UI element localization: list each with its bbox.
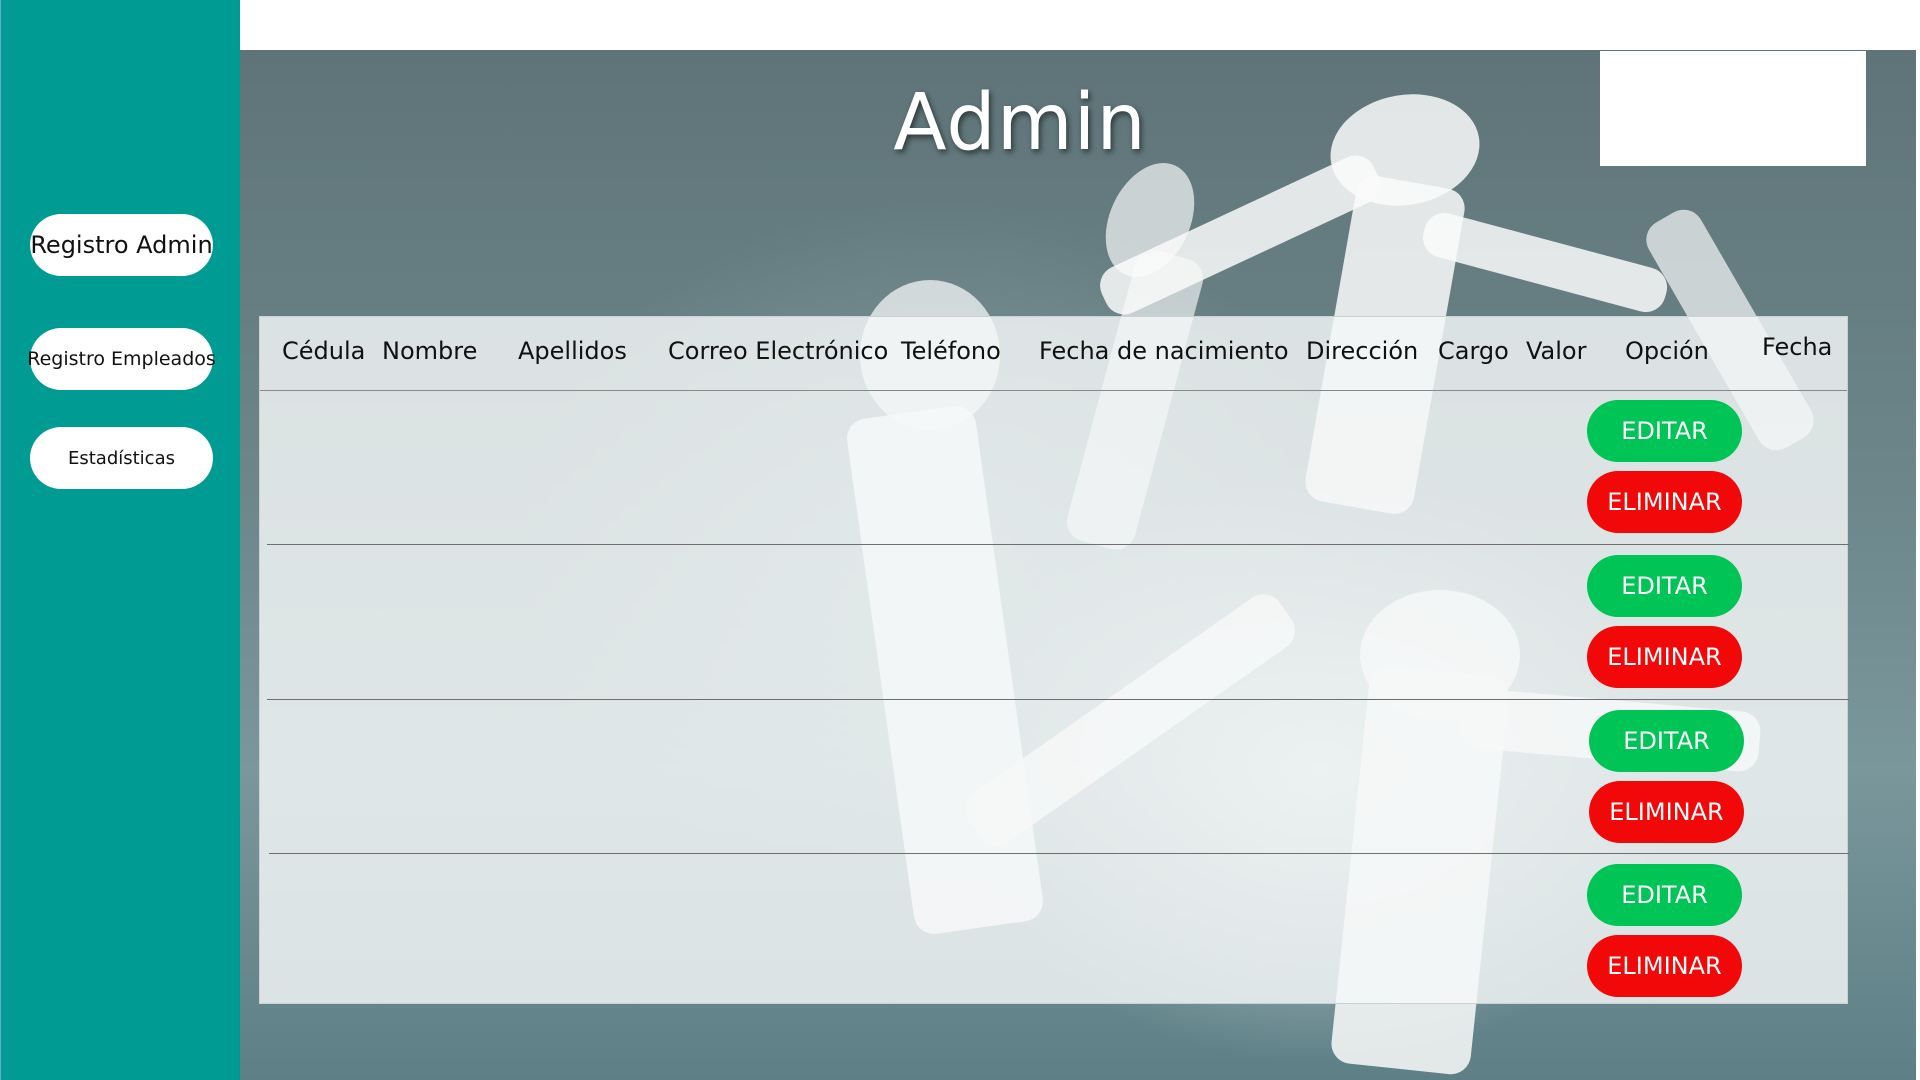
column-header-cargo: Cargo — [1438, 337, 1509, 365]
admin-table: Cédula Nombre Apellidos Correo Electróni… — [259, 316, 1849, 1004]
column-header-direccion: Dirección — [1306, 337, 1419, 365]
column-header-fecha: Fecha — [1762, 333, 1833, 361]
table-header: Cédula Nombre Apellidos Correo Electróni… — [260, 317, 1847, 391]
column-header-correo: Correo Electrónico — [668, 337, 889, 365]
column-header-cedula: Cédula — [282, 337, 366, 365]
registro-empleados-button[interactable]: Registro Empleados — [27, 328, 216, 390]
edit-button[interactable]: EDITAR — [1587, 864, 1742, 926]
sidebar: Registro Admin Registro Empleados Estadí… — [0, 0, 240, 1080]
edit-button[interactable]: EDITAR — [1589, 710, 1744, 772]
row-divider — [267, 699, 1849, 700]
edit-button[interactable]: EDITAR — [1587, 555, 1742, 617]
column-header-nombre: Nombre — [382, 337, 478, 365]
column-header-valor: Valor — [1526, 337, 1587, 365]
registro-admin-button[interactable]: Registro Admin — [30, 214, 213, 276]
row-divider — [269, 853, 1849, 854]
edit-button[interactable]: EDITAR — [1587, 400, 1742, 462]
row-divider — [267, 544, 1849, 545]
top-right-panel — [1600, 51, 1866, 166]
page-title: Admin — [893, 78, 1147, 168]
delete-button[interactable]: ELIMINAR — [1587, 626, 1742, 688]
delete-button[interactable]: ELIMINAR — [1589, 781, 1744, 843]
delete-button[interactable]: ELIMINAR — [1587, 471, 1742, 533]
app-window: Registro Admin Registro Empleados Estadí… — [0, 0, 1920, 1080]
column-header-telefono: Teléfono — [901, 337, 1001, 365]
column-header-fecha-nacimiento: Fecha de nacimiento — [1039, 337, 1289, 365]
estadisticas-button[interactable]: Estadísticas — [30, 427, 213, 489]
column-header-apellidos: Apellidos — [518, 337, 627, 365]
delete-button[interactable]: ELIMINAR — [1587, 935, 1742, 997]
column-header-opcion: Opción — [1625, 337, 1709, 365]
